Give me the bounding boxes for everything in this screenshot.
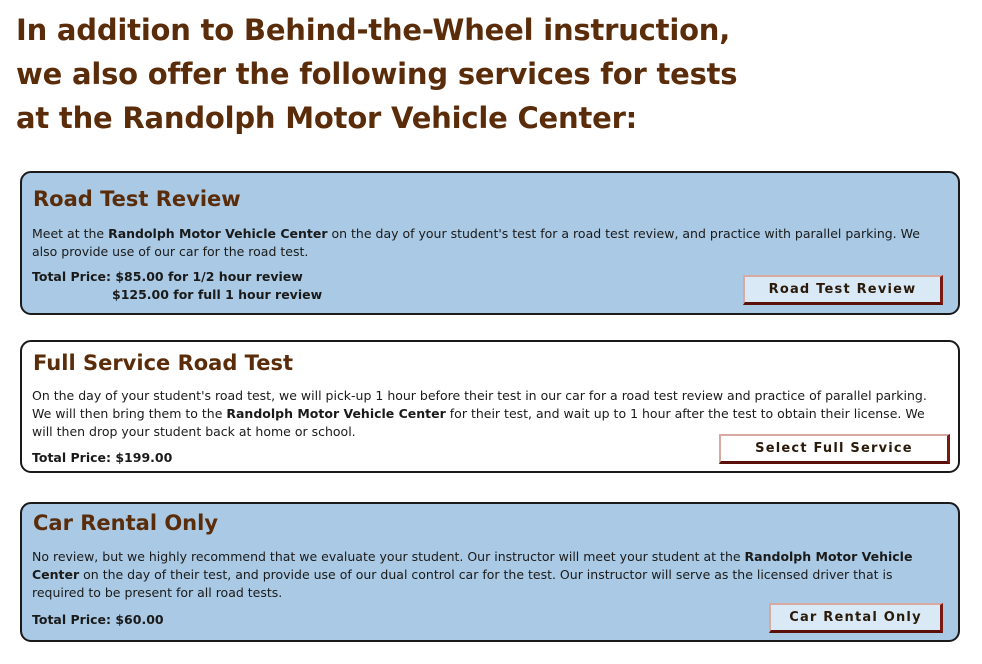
service-title: Road Test Review <box>33 187 241 211</box>
service-description: Meet at the Randolph Motor Vehicle Cente… <box>32 225 938 261</box>
headline-line-3: at the Randolph Motor Vehicle Center: <box>16 101 638 135</box>
headline-line-2: we also offer the following services for… <box>16 57 738 91</box>
desc-location: Randolph Motor Vehicle Center <box>226 406 446 421</box>
service-title: Car Rental Only <box>33 511 219 535</box>
headline-line-1: In addition to Behind-the-Wheel instruct… <box>16 13 731 47</box>
car-rental-only-button[interactable]: Car Rental Only <box>769 603 943 633</box>
desc-text: Meet at the <box>32 226 109 241</box>
total-price: Total Price: $60.00 <box>32 612 164 627</box>
total-price: Total Price: $85.00 for 1/2 hour review <box>32 269 303 284</box>
desc-location: Randolph Motor Vehicle Center <box>108 226 328 241</box>
service-card-road-test-review: Road Test Review Meet at the Randolph Mo… <box>20 171 960 315</box>
service-title: Full Service Road Test <box>33 351 293 375</box>
select-full-service-button[interactable]: Select Full Service <box>719 434 950 464</box>
service-description: No review, but we highly recommend that … <box>32 548 938 602</box>
desc-text: No review, but we highly recommend that … <box>32 549 745 564</box>
total-price-alt: $125.00 for full 1 hour review <box>112 287 323 302</box>
page-headline: In addition to Behind-the-Wheel instruct… <box>16 8 916 140</box>
service-description: On the day of your student's road test, … <box>32 387 938 441</box>
total-price: Total Price: $199.00 <box>32 450 173 465</box>
service-card-car-rental: Car Rental Only No review, but we highly… <box>20 502 960 642</box>
desc-text: on the day of their test, and provide us… <box>32 567 893 600</box>
road-test-review-button[interactable]: Road Test Review <box>743 275 943 305</box>
service-card-full-service: Full Service Road Test On the day of you… <box>20 340 960 473</box>
